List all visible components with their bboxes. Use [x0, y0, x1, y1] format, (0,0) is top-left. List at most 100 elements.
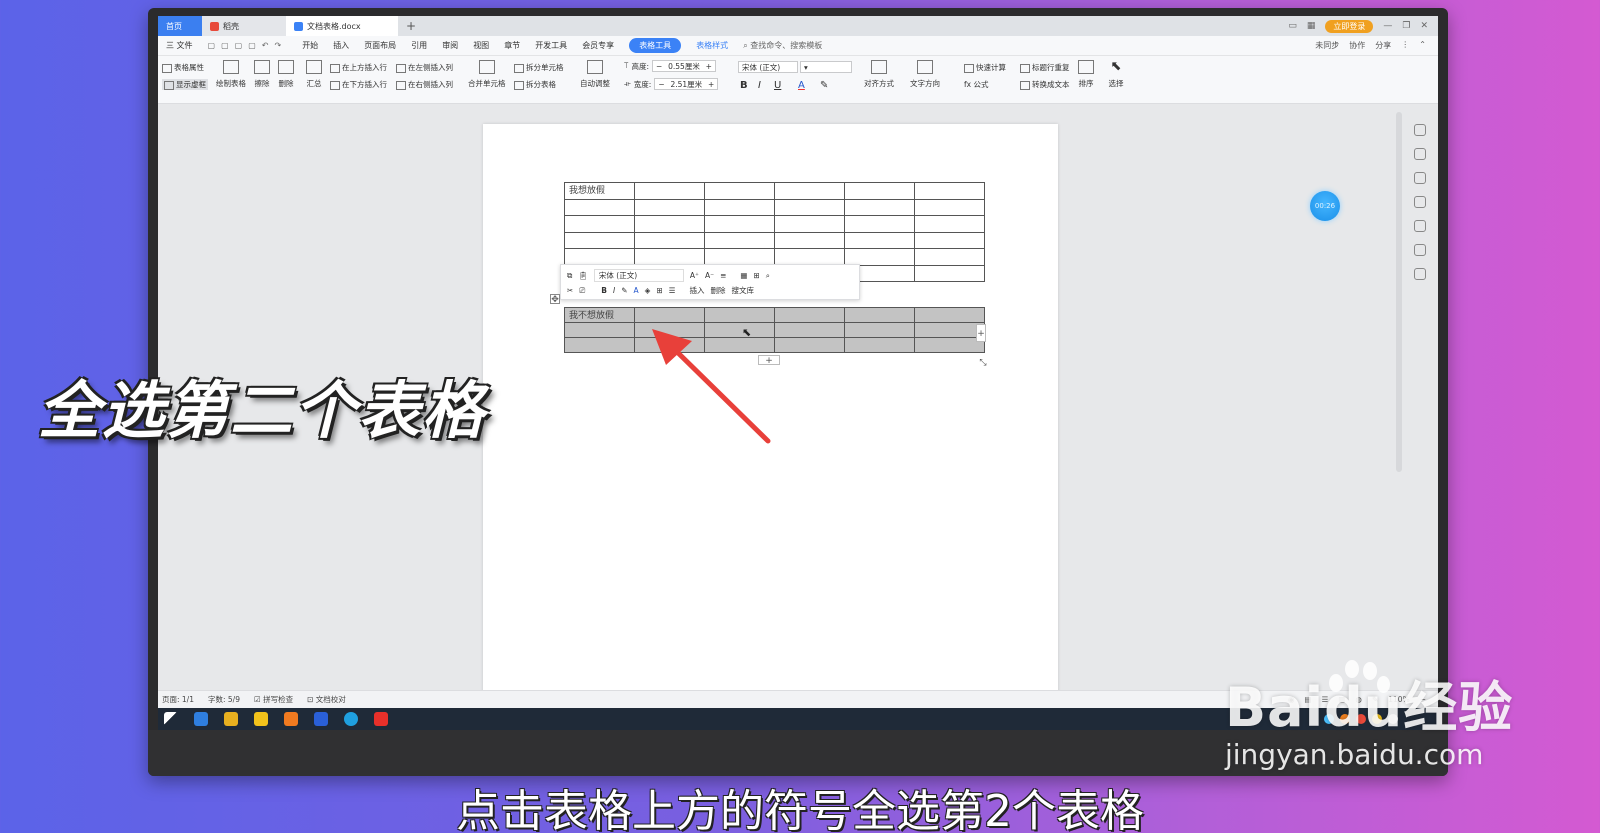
menu-references[interactable]: 引用	[411, 40, 427, 51]
mini-italic-button[interactable]: I	[613, 286, 615, 295]
rail-settings-icon[interactable]	[1414, 196, 1426, 208]
start-menu-icon[interactable]	[164, 712, 178, 726]
grid-icon[interactable]: ▦	[1307, 21, 1316, 31]
table-cell[interactable]	[844, 307, 915, 323]
file-explorer-icon[interactable]	[224, 712, 238, 726]
mini-highlight-icon[interactable]: ✎	[621, 286, 627, 295]
table-cell[interactable]	[564, 248, 635, 266]
table-cell[interactable]	[774, 307, 845, 323]
table-cell[interactable]	[914, 307, 985, 323]
mini-font-color-icon[interactable]: A	[634, 286, 639, 295]
shrink-font-icon[interactable]: A⁻	[705, 271, 714, 280]
table-cell[interactable]	[774, 231, 845, 249]
restore-icon[interactable]: ❐	[1402, 21, 1410, 31]
table-cell[interactable]	[634, 248, 705, 266]
draw-table-button[interactable]: 绘制表格	[216, 60, 246, 89]
table-cell[interactable]	[634, 182, 705, 200]
menu-layout[interactable]: 页面布局	[364, 40, 396, 51]
format-painter-icon[interactable]: ⎚	[579, 286, 585, 296]
table-cell[interactable]	[564, 231, 635, 249]
table-properties-button[interactable]: 表格属性	[162, 62, 204, 73]
mini-font-select[interactable]: 宋体 (正文)	[593, 269, 684, 282]
table-cell[interactable]	[914, 182, 985, 200]
table-cell[interactable]	[844, 198, 915, 216]
menu-review[interactable]: 审阅	[442, 40, 458, 51]
table-cell[interactable]	[634, 231, 705, 249]
mini-align-icon[interactable]: ☰	[669, 286, 676, 295]
resize-table-icon[interactable]: ⤡	[978, 358, 988, 368]
mini-insert-button[interactable]: 插入	[689, 285, 704, 296]
proofread-button[interactable]: ⊡ 文档校对	[307, 694, 346, 705]
quick-access-icons[interactable]: ▢▢▢▢↶↷	[208, 41, 288, 50]
auto-fit-button[interactable]: 自动调整	[580, 60, 610, 89]
table-cell[interactable]	[914, 198, 985, 216]
font-color-button[interactable]: A	[798, 80, 805, 91]
wps-icon[interactable]	[374, 712, 388, 726]
mini-bold-button[interactable]: B	[601, 286, 607, 295]
menu-chapter[interactable]: 章节	[504, 40, 520, 51]
formula-button[interactable]: fx 公式	[964, 79, 988, 90]
tab-table-style[interactable]: 表格样式	[696, 40, 728, 51]
table-cell[interactable]	[844, 248, 915, 266]
mini-search-lib-button[interactable]: 搜文库	[731, 285, 754, 296]
table-move-handle-icon[interactable]: ✥	[550, 294, 560, 305]
table-cell[interactable]	[844, 215, 915, 233]
minimize-icon[interactable]: —	[1383, 21, 1392, 31]
tab-daoke[interactable]: 稻壳	[202, 16, 286, 36]
command-search[interactable]: ⌕ 查找命令、搜索模板	[743, 40, 822, 51]
rail-share-icon[interactable]	[1414, 268, 1426, 280]
table-cell[interactable]	[704, 231, 775, 249]
table-cell[interactable]	[564, 322, 635, 338]
table-cell[interactable]	[564, 215, 635, 233]
table-cell[interactable]	[844, 322, 915, 338]
table-cell[interactable]	[914, 248, 985, 266]
font-name-select[interactable]: 宋体 (正文)	[738, 61, 798, 73]
line-spacing-icon[interactable]: ≡	[720, 271, 726, 280]
tab-home[interactable]: 首页	[158, 16, 202, 36]
rail-image-icon[interactable]	[1414, 244, 1426, 256]
table-cell[interactable]	[844, 231, 915, 249]
italic-button[interactable]: I	[758, 80, 761, 91]
tab-table-tools[interactable]: 表格工具	[629, 38, 682, 53]
table-cell[interactable]	[774, 182, 845, 200]
table-cell[interactable]	[704, 215, 775, 233]
browser-icon[interactable]	[314, 712, 328, 726]
text-direction-button[interactable]: 文字方向	[910, 60, 940, 89]
table-cell[interactable]	[914, 337, 985, 353]
tab-document[interactable]: 文档表格.docx	[286, 16, 398, 36]
insert-col-left-button[interactable]: 在左侧插入列	[396, 62, 453, 73]
mini-shading-icon[interactable]: ◈	[645, 286, 651, 295]
row-height-input[interactable]: −0.55厘米 +	[651, 60, 716, 72]
mail-icon[interactable]	[194, 712, 208, 726]
rail-pen-icon[interactable]	[1414, 148, 1426, 160]
highlight-icon[interactable]: ✎	[820, 80, 828, 91]
menu-insert[interactable]: 插入	[333, 40, 349, 51]
table-cell[interactable]	[844, 337, 915, 353]
table-cell[interactable]	[914, 231, 985, 249]
select-button[interactable]: ⬉ 选择	[1108, 60, 1124, 89]
vertical-scrollbar[interactable]	[1396, 112, 1402, 472]
font-size-select[interactable]: ▾	[800, 61, 852, 73]
height-increase[interactable]: +	[706, 62, 712, 71]
col-width-input[interactable]: −2.51厘米 +	[654, 78, 719, 90]
table-cell[interactable]	[634, 215, 705, 233]
table-cell[interactable]: 我想放假	[564, 182, 635, 200]
file-menu[interactable]: 三 文件	[166, 40, 193, 51]
insert-row-above-button[interactable]: 在上方插入行	[330, 62, 387, 73]
table-cell[interactable]	[914, 215, 985, 233]
share-button[interactable]: 分享	[1375, 40, 1391, 51]
align-button[interactable]: 对齐方式	[864, 60, 894, 89]
menu-developer[interactable]: 开发工具	[535, 40, 567, 51]
table-cell[interactable]	[774, 322, 845, 338]
delete-table-icon-mini[interactable]: ⊞	[753, 271, 759, 280]
table-cell[interactable]	[704, 248, 775, 266]
search-library-icon[interactable]: ⌕	[766, 271, 770, 281]
more-icon[interactable]: ⋮	[1401, 40, 1409, 51]
delete-button[interactable]: 删除	[278, 60, 294, 89]
insert-row-below-button[interactable]: 在下方插入行	[330, 79, 387, 90]
summary-button[interactable]: 汇总	[306, 60, 322, 89]
word-count[interactable]: 字数: 5/9	[208, 694, 240, 705]
split-table-button[interactable]: 拆分表格	[514, 79, 556, 90]
collaborate-button[interactable]: 协作	[1349, 40, 1365, 51]
menu-member[interactable]: 会员专享	[582, 40, 614, 51]
